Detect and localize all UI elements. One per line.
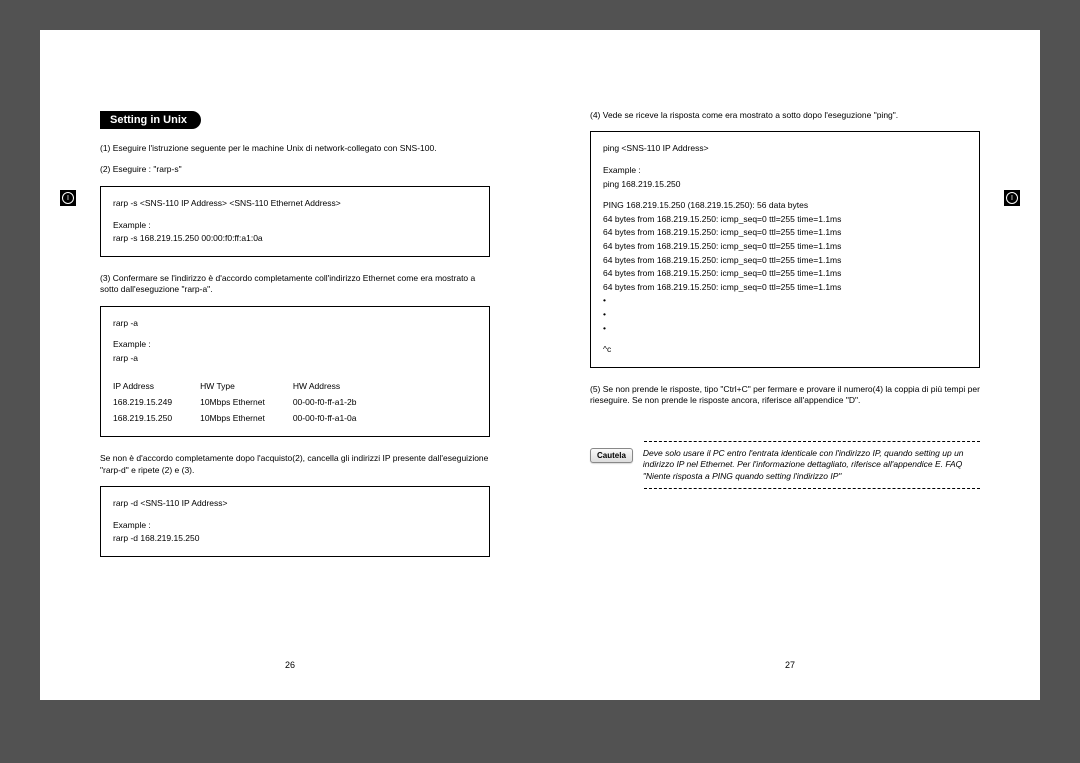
code-line: ping <SNS-110 IP Address>	[603, 142, 967, 156]
caution-block: Cautela Deve solo usare il PC entro l'en…	[590, 429, 980, 501]
code-line: 64 bytes from 168.219.15.250: icmp_seq=0…	[603, 240, 967, 254]
code-box-rarp-a: rarp -a Example : rarp -a IP Address HW …	[100, 306, 490, 438]
code-line: rarp -a	[113, 317, 477, 331]
code-box-rarp-s: rarp -s <SNS-110 IP Address> <SNS-110 Et…	[100, 186, 490, 257]
table-row: IP Address HW Type HW Address	[113, 379, 356, 395]
code-line: rarp -d <SNS-110 IP Address>	[113, 497, 477, 511]
cell: 168.219.15.250	[113, 411, 200, 427]
step-1-text: (1) Eseguire l'istruzione seguente per l…	[100, 143, 490, 154]
table-row: 168.219.15.249 10Mbps Ethernet 00-00-f0-…	[113, 395, 356, 411]
cell: 168.219.15.249	[113, 395, 200, 411]
code-line: 64 bytes from 168.219.15.250: icmp_seq=0…	[603, 226, 967, 240]
step-2-text: (2) Eseguire : "rarp-s"	[100, 164, 490, 175]
code-line: PING 168.219.15.250 (168.219.15.250): 56…	[603, 199, 967, 213]
code-line: 64 bytes from 168.219.15.250: icmp_seq=0…	[603, 267, 967, 281]
code-line: •	[603, 322, 967, 336]
page-spread: I Setting in Unix (1) Eseguire l'istruzi…	[40, 30, 1040, 700]
code-line: rarp -d 168.219.15.250	[113, 532, 477, 546]
section-heading: Setting in Unix	[100, 111, 201, 129]
page-number-right: 27	[785, 660, 795, 670]
code-line: ping 168.219.15.250	[603, 178, 967, 192]
col-header: HW Type	[200, 379, 293, 395]
code-line: •	[603, 294, 967, 308]
code-line: Example :	[603, 164, 967, 178]
side-marker-right: I	[1004, 190, 1020, 206]
code-line: ^c	[603, 343, 967, 357]
marker-icon: I	[62, 192, 74, 204]
code-line: 64 bytes from 168.219.15.250: icmp_seq=0…	[603, 213, 967, 227]
col-header: IP Address	[113, 379, 200, 395]
code-line: •	[603, 308, 967, 322]
caution-badge: Cautela	[590, 448, 633, 463]
marker-icon: I	[1006, 192, 1018, 204]
code-line: Example :	[113, 219, 477, 233]
caution-text: Deve solo usare il PC entro l'entrata id…	[643, 448, 980, 482]
code-line: 64 bytes from 168.219.15.250: icmp_seq=0…	[603, 281, 967, 295]
cell: 00-00-f0-ff-a1-2b	[293, 395, 357, 411]
code-line: rarp -s 168.219.15.250 00:00:f0:ff:a1:0a	[113, 232, 477, 246]
code-line: Example :	[113, 519, 477, 533]
cell: 10Mbps Ethernet	[200, 395, 293, 411]
code-line: rarp -a	[113, 352, 477, 366]
code-line: rarp -s <SNS-110 IP Address> <SNS-110 Et…	[113, 197, 477, 211]
cell: 10Mbps Ethernet	[200, 411, 293, 427]
step-5-text: (5) Se non prende le risposte, tipo "Ctr…	[590, 384, 980, 407]
side-marker-left: I	[60, 190, 76, 206]
page-number-left: 26	[285, 660, 295, 670]
page-right: I (4) Vede se riceve la risposta come er…	[540, 30, 1040, 700]
code-box-rarp-d: rarp -d <SNS-110 IP Address> Example : r…	[100, 486, 490, 557]
step-4-text: (4) Vede se riceve la risposta come era …	[590, 110, 980, 121]
page-left: I Setting in Unix (1) Eseguire l'istruzi…	[40, 30, 540, 700]
code-box-ping: ping <SNS-110 IP Address> Example : ping…	[590, 131, 980, 367]
step-3-text: (3) Confermare se l'indirizzo è d'accord…	[100, 273, 490, 296]
arp-table: IP Address HW Type HW Address 168.219.15…	[113, 379, 356, 426]
code-line: 64 bytes from 168.219.15.250: icmp_seq=0…	[603, 254, 967, 268]
table-row: 168.219.15.250 10Mbps Ethernet 00-00-f0-…	[113, 411, 356, 427]
note-text: Se non è d'accordo completamente dopo l'…	[100, 453, 490, 476]
col-header: HW Address	[293, 379, 357, 395]
code-line: Example :	[113, 338, 477, 352]
dashed-line-bottom	[644, 488, 980, 489]
cell: 00-00-f0-ff-a1-0a	[293, 411, 357, 427]
